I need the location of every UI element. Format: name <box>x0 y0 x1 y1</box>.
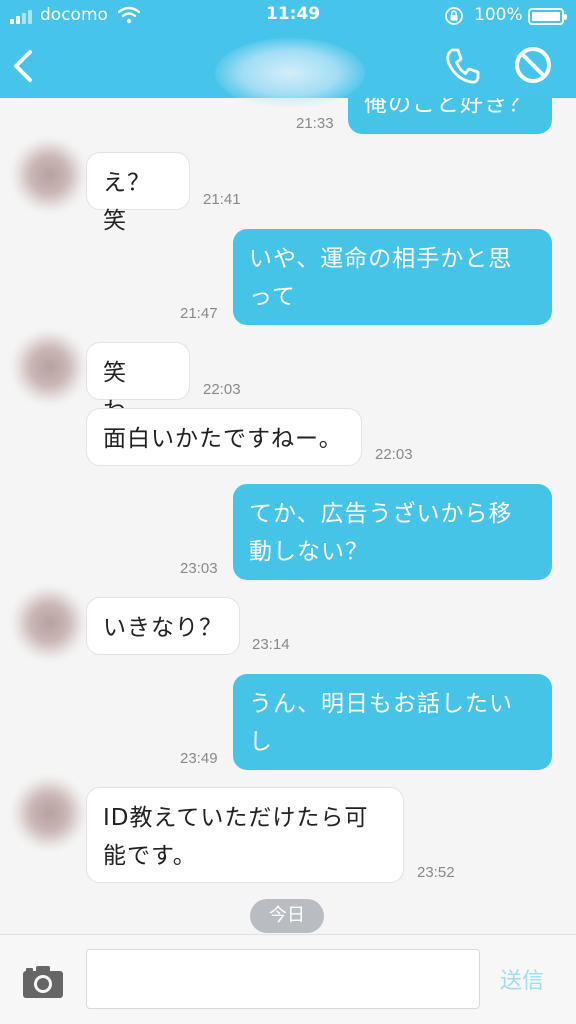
contact-name-redacted <box>215 38 365 108</box>
camera-button[interactable] <box>22 965 64 999</box>
message-text: いきなり？ <box>103 615 223 641</box>
message-input[interactable] <box>86 949 480 1009</box>
date-divider: 今日 <box>250 899 324 933</box>
block-button[interactable] <box>510 42 556 88</box>
message-time: 23:03 <box>180 560 218 577</box>
composer-bar: 送信 <box>0 934 576 1024</box>
rotation-lock-icon <box>445 7 463 25</box>
avatar[interactable] <box>12 138 86 212</box>
message-bubble-outgoing: うん、明日もお話したいし <box>233 674 552 770</box>
avatar[interactable] <box>12 330 86 404</box>
message-list[interactable]: 俺のこと好き？ 21:33 え？笑 21:41 いや、運命の相手かと思って 21… <box>0 0 576 934</box>
battery-percent: 100% <box>474 5 523 25</box>
message-bubble-outgoing: いや、運命の相手かと思って <box>233 229 552 325</box>
message-text: うん、明日もお話したいし <box>249 691 513 755</box>
clock: 11:49 <box>266 4 321 24</box>
signal-icon <box>10 10 36 24</box>
send-button[interactable]: 送信 <box>500 963 544 995</box>
camera-icon <box>23 966 63 998</box>
message-time: 22:03 <box>203 381 241 398</box>
message-text: え？笑 <box>103 170 151 234</box>
message-time: 23:14 <box>252 636 290 653</box>
message-bubble-incoming: 面白いかたですねー。 <box>86 408 362 466</box>
call-button[interactable] <box>440 44 484 88</box>
avatar[interactable] <box>12 776 86 850</box>
avatar[interactable] <box>12 586 86 660</box>
back-button[interactable] <box>8 44 44 88</box>
message-text: いや、運命の相手かと思って <box>249 246 513 310</box>
message-bubble-incoming: いきなり？ <box>86 597 240 655</box>
block-icon <box>515 47 551 83</box>
message-text: 面白いかたですねー。 <box>103 426 343 452</box>
message-time: 23:52 <box>417 864 455 881</box>
wifi-icon <box>118 6 140 24</box>
message-time: 21:33 <box>296 115 334 132</box>
message-time: 22:03 <box>375 446 413 463</box>
header-bar: docomo 11:49 100% <box>0 0 576 108</box>
chevron-left-icon <box>14 50 32 82</box>
phone-icon <box>446 48 480 84</box>
message-text: てか、広告うざいから移動しない？ <box>249 501 513 565</box>
battery-icon <box>528 8 567 25</box>
message-bubble-incoming: 笑わ、 <box>86 342 190 424</box>
message-bubble-incoming: え？笑 <box>86 152 190 234</box>
message-time: 21:41 <box>203 191 241 208</box>
message-time: 23:49 <box>180 750 218 767</box>
message-bubble-outgoing: てか、広告うざいから移動しない？ <box>233 484 552 580</box>
message-bubble-incoming: ID教えていただけたら可能です。 <box>86 787 404 883</box>
status-bar: docomo 11:49 100% <box>0 0 576 32</box>
carrier-label: docomo <box>40 5 108 25</box>
message-time: 21:47 <box>180 305 218 322</box>
message-text: ID教えていただけたら可能です。 <box>103 805 369 869</box>
